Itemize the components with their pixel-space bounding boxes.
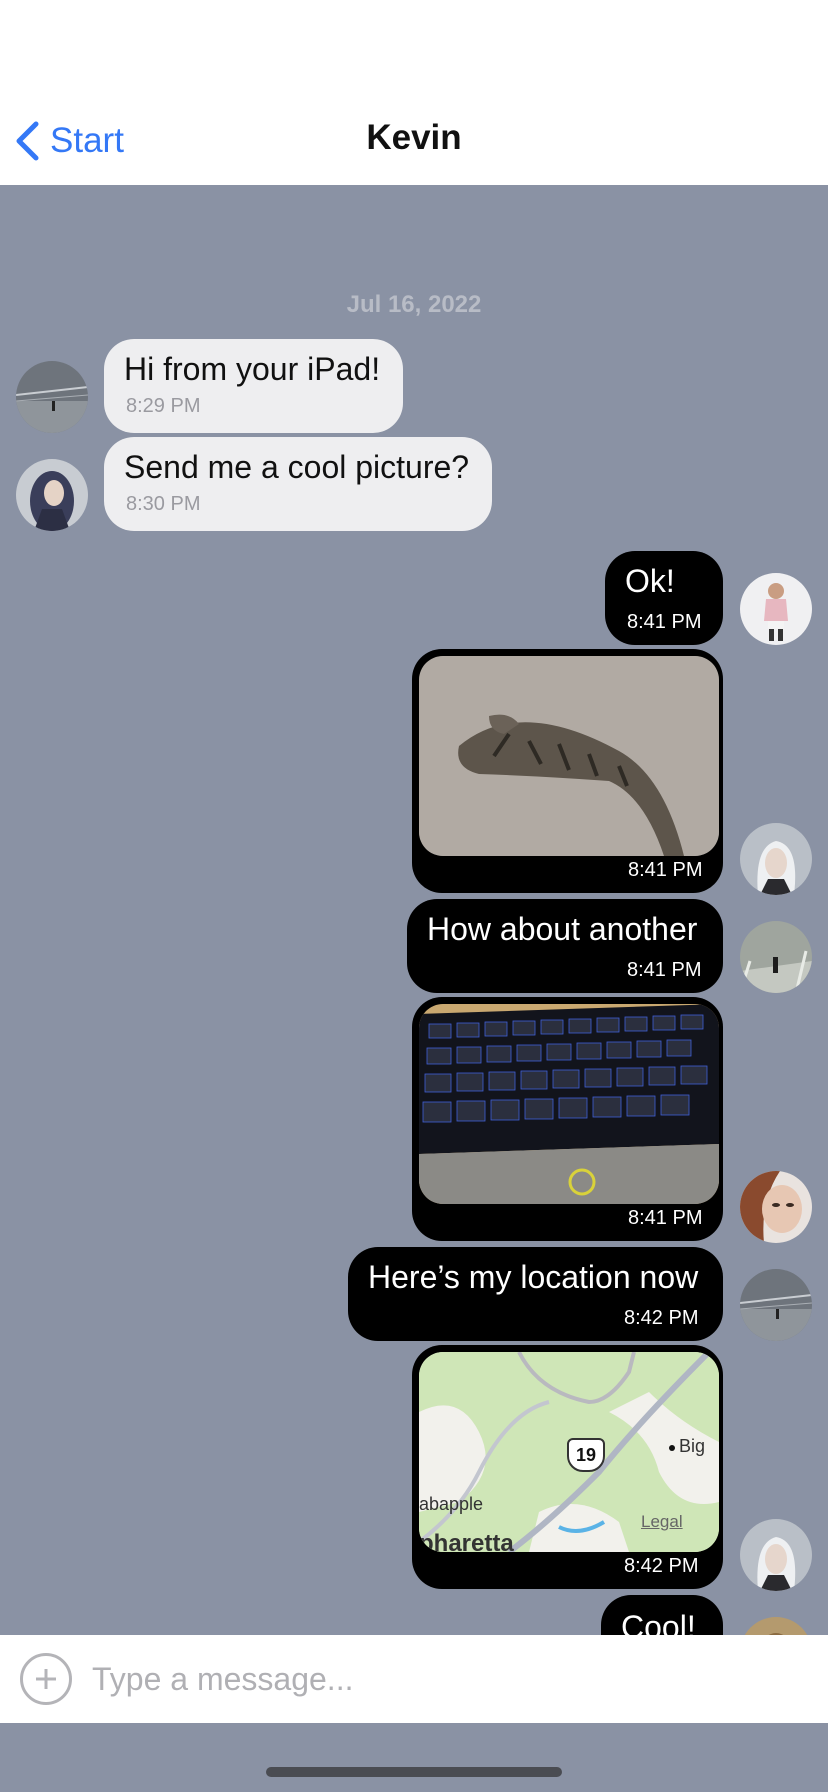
avatar[interactable]: [740, 921, 812, 993]
avatar[interactable]: [740, 823, 812, 895]
message-composer: [0, 1635, 828, 1723]
avatar[interactable]: [740, 1171, 812, 1243]
avatar[interactable]: [16, 459, 88, 531]
message-time: 8:41 PM: [627, 611, 702, 633]
navigation-bar: Start Kevin: [0, 0, 828, 185]
message-time: 8:42 PM: [624, 1307, 699, 1329]
message-input[interactable]: [92, 1649, 802, 1709]
avatar[interactable]: [740, 573, 812, 645]
message-time: 8:41 PM: [628, 859, 703, 881]
home-indicator: [266, 1767, 562, 1777]
outgoing-location-bubble[interactable]: 19 Big abapple pharetta Legal 8:42 PM: [412, 1345, 723, 1589]
message-text: Send me a cool picture?: [124, 449, 470, 485]
outgoing-image-bubble[interactable]: 8:41 PM: [412, 997, 723, 1241]
outgoing-message-bubble[interactable]: How about another 8:41 PM: [407, 899, 723, 993]
message-time: 8:41 PM: [627, 959, 702, 981]
map-legal-link[interactable]: Legal: [641, 1512, 683, 1532]
outgoing-image-bubble[interactable]: 8:41 PM: [412, 649, 723, 893]
map-place-label: Big: [679, 1436, 706, 1456]
message-text: Hi from your iPad!: [124, 351, 381, 387]
avatar[interactable]: [16, 361, 88, 433]
outgoing-message-bubble[interactable]: Here’s my location now 8:42 PM: [348, 1247, 723, 1341]
incoming-message-bubble[interactable]: Hi from your iPad! 8:29 PM: [104, 339, 403, 433]
message-time: 8:42 PM: [624, 1555, 699, 1577]
avatar[interactable]: [740, 1269, 812, 1341]
conversation-title: Kevin: [366, 118, 462, 157]
message-time: 8:30 PM: [126, 493, 201, 515]
avatar[interactable]: [740, 1617, 812, 1635]
cat-photo[interactable]: [419, 656, 719, 856]
message-list[interactable]: Jul 16, 2022 Hi from your iPad! 8:29 PM …: [0, 185, 828, 1635]
keyboard-photo[interactable]: [419, 1004, 719, 1204]
map-place-label: pharetta: [419, 1530, 514, 1552]
map-place-label: abapple: [419, 1494, 484, 1514]
route-shield: 19: [567, 1438, 605, 1472]
date-separator: Jul 16, 2022: [346, 291, 482, 318]
message-time: 8:29 PM: [126, 395, 201, 417]
outgoing-message-bubble[interactable]: Cool!: [601, 1595, 723, 1635]
add-attachment-button[interactable]: [20, 1653, 72, 1705]
message-text: Here’s my location now: [368, 1259, 699, 1295]
avatar[interactable]: [740, 1519, 812, 1591]
message-text: Ok!: [625, 563, 675, 599]
message-time: 8:41 PM: [628, 1207, 703, 1229]
message-text: Cool!: [621, 1609, 696, 1635]
outgoing-message-bubble[interactable]: Ok! 8:41 PM: [605, 551, 723, 645]
incoming-message-bubble[interactable]: Send me a cool picture? 8:30 PM: [104, 437, 492, 531]
map-snapshot[interactable]: 19 Big abapple pharetta Legal: [419, 1352, 719, 1552]
message-text: How about another: [427, 911, 698, 947]
